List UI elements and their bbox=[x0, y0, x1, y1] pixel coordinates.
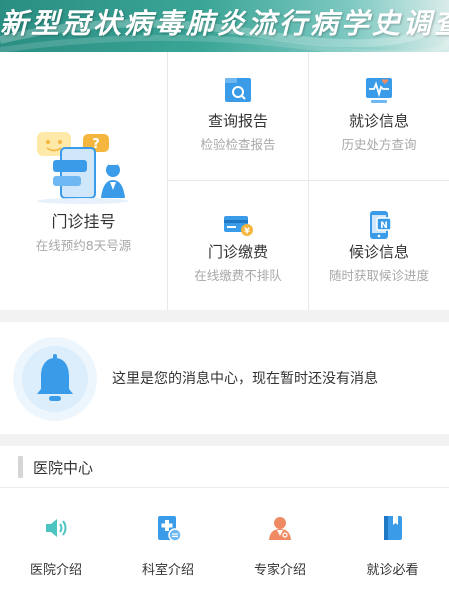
registration-illustration-icon: ? bbox=[37, 132, 129, 204]
message-empty-text: 这里是您的消息中心，现在暂时还没有消息 bbox=[112, 371, 378, 387]
book-icon bbox=[383, 516, 402, 540]
department-icon bbox=[158, 516, 182, 542]
services-grid: ? 门诊挂号 在线预约8天号源 查询报告 检验检查报告 就诊信息 历史处方查询 … bbox=[0, 52, 449, 310]
registration-subtitle: 在线预约8天号源 bbox=[35, 238, 132, 253]
department-intro-item[interactable]: 科室介绍 bbox=[112, 488, 224, 600]
visit-info-subtitle: 历史处方查询 bbox=[341, 137, 417, 152]
service-report[interactable]: 查询报告 检验检查报告 bbox=[168, 52, 309, 181]
hospital-center-title: 医院中心 bbox=[33, 459, 94, 477]
service-payment[interactable]: ¥ 门诊缴费 在线缴费不排队 bbox=[168, 181, 309, 310]
svg-text:N: N bbox=[380, 221, 388, 231]
expert-intro-label: 专家介绍 bbox=[253, 563, 306, 578]
hospital-center-header: 医院中心 bbox=[0, 446, 449, 488]
hospital-center: 医院中心 医院介绍 科室介绍 专家介绍 就诊必看 bbox=[0, 446, 449, 600]
expert-intro-item[interactable]: 专家介绍 bbox=[224, 488, 336, 600]
payment-card-icon: ¥ bbox=[224, 216, 253, 236]
report-subtitle: 检验检查报告 bbox=[200, 137, 276, 152]
payment-subtitle: 在线缴费不排队 bbox=[194, 268, 282, 283]
visit-info-label: 就诊信息 bbox=[348, 112, 409, 130]
visit-guide-label: 就诊必看 bbox=[366, 563, 419, 578]
department-intro-label: 科室介绍 bbox=[141, 563, 194, 578]
visit-monitor-icon bbox=[366, 78, 392, 103]
visit-guide-item[interactable]: 就诊必看 bbox=[336, 488, 449, 600]
banner-title: 新型冠状病毒肺炎流行病学史调查表 bbox=[0, 7, 449, 40]
queue-phone-icon: N bbox=[370, 211, 392, 239]
hospital-intro-label: 医院介绍 bbox=[29, 563, 82, 578]
report-label: 查询报告 bbox=[207, 112, 268, 130]
queue-subtitle: 随时获取候诊进度 bbox=[328, 268, 429, 283]
svg-text:¥: ¥ bbox=[244, 227, 250, 236]
expert-icon bbox=[269, 517, 291, 540]
service-visit-info[interactable]: 就诊信息 历史处方查询 bbox=[309, 52, 449, 181]
hospital-intro-item[interactable]: 医院介绍 bbox=[0, 488, 112, 600]
header-banner: 新型冠状病毒肺炎流行病学史调查表 bbox=[0, 0, 449, 52]
service-registration[interactable]: ? 门诊挂号 在线预约8天号源 bbox=[0, 52, 168, 310]
payment-label: 门诊缴费 bbox=[207, 243, 268, 261]
service-queue[interactable]: N 候诊信息 随时获取候诊进度 bbox=[309, 181, 449, 310]
bell-icon bbox=[13, 337, 97, 421]
speaker-icon bbox=[46, 519, 67, 537]
section-marker bbox=[18, 456, 23, 478]
message-center[interactable]: 这里是您的消息中心，现在暂时还没有消息 bbox=[0, 322, 449, 434]
queue-label: 候诊信息 bbox=[348, 243, 409, 261]
registration-label: 门诊挂号 bbox=[51, 212, 116, 231]
report-folder-icon bbox=[225, 78, 251, 102]
